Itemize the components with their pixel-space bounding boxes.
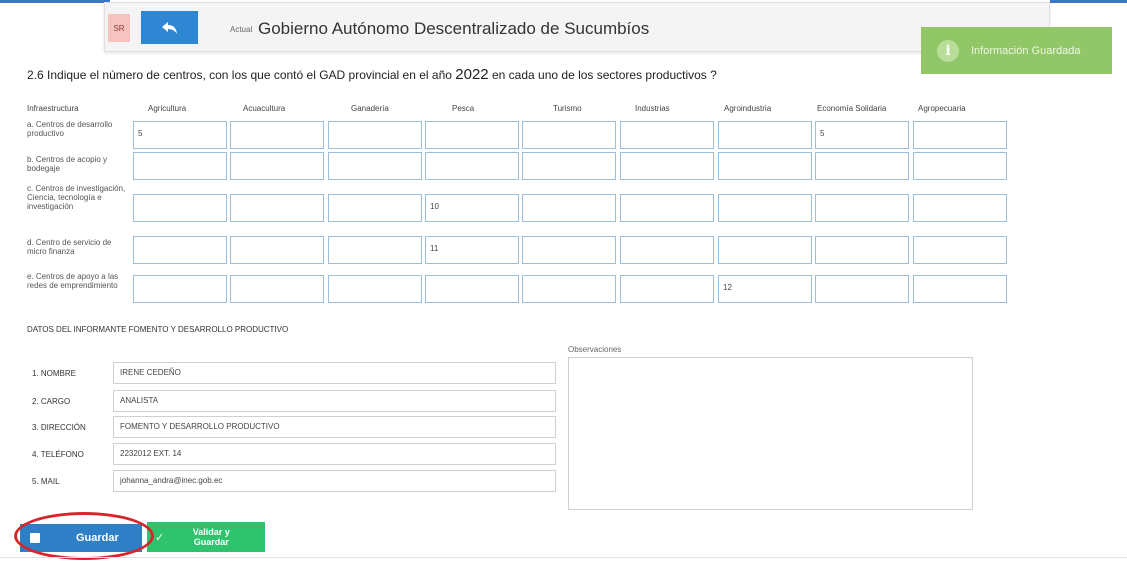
field-label: 3. DIRECCIÓN (32, 423, 86, 432)
table-cell-input[interactable] (230, 194, 324, 222)
table-cell-input[interactable]: 10 (425, 194, 519, 222)
table-cell-input[interactable] (815, 194, 909, 222)
column-header: Agropecuaria (918, 104, 966, 113)
table-cell-input[interactable] (913, 121, 1007, 149)
table-cell-input[interactable] (230, 121, 324, 149)
table-cell-input[interactable] (522, 275, 616, 303)
table-cell-input[interactable] (913, 152, 1007, 180)
informante-section-title: DATOS DEL INFORMANTE FOMENTO Y DESARROLL… (27, 325, 289, 334)
observaciones-textarea[interactable] (568, 357, 973, 510)
info-icon: i (937, 39, 959, 62)
table-cell-input[interactable] (718, 121, 812, 149)
table-cell-input[interactable] (230, 275, 324, 303)
table-cell-input[interactable]: 5 (815, 121, 909, 149)
table-cell-input[interactable] (620, 236, 714, 264)
table-cell-input[interactable] (913, 275, 1007, 303)
table-cell-input[interactable] (815, 275, 909, 303)
table-cell-input[interactable] (133, 194, 227, 222)
column-header: Economía Solidaria (817, 104, 887, 113)
table-cell-input[interactable] (620, 152, 714, 180)
nombre-field[interactable]: IRENE CEDEÑO (113, 362, 556, 384)
toast-text: Información Guardada (971, 44, 1081, 57)
table-cell-input[interactable] (133, 152, 227, 180)
table-cell-input[interactable] (522, 152, 616, 180)
table-cell-input[interactable] (718, 236, 812, 264)
table-cell-input[interactable] (328, 236, 422, 264)
cargo-field[interactable]: ANALISTA (113, 390, 556, 412)
validar-guardar-button[interactable]: ✓ Validar y Guardar (147, 522, 265, 552)
table-cell-input[interactable]: 11 (425, 236, 519, 264)
table-cell-input[interactable] (522, 194, 616, 222)
back-arrow-icon (161, 21, 177, 34)
column-header: Agricultura (148, 104, 187, 113)
table-cell-input[interactable] (133, 236, 227, 264)
back-button[interactable] (141, 11, 198, 44)
telefono-field[interactable]: 2232012 EXT. 14 (113, 443, 556, 465)
table-cell-input[interactable] (328, 152, 422, 180)
highlight-circle (14, 512, 154, 560)
question-prefix: 2.6 Indique el número de centros, con lo… (27, 68, 452, 82)
mail-field[interactable]: johanna_andra@inec.gob.ec (113, 470, 556, 492)
bottom-divider (0, 557, 1127, 558)
question-suffix: en cada uno de los sectores productivos … (492, 68, 717, 82)
table-cell-input[interactable] (620, 275, 714, 303)
table-cell-input[interactable] (815, 152, 909, 180)
field-label: 2. CARGO (32, 397, 71, 406)
table-cell-input[interactable] (815, 236, 909, 264)
column-header: Turismo (553, 104, 582, 113)
row-label: d. Centro de servicio de micro finanza (27, 238, 112, 256)
table-cell-input[interactable] (133, 275, 227, 303)
entity-title: Gobierno Autónomo Descentralizado de Suc… (258, 19, 650, 38)
row-header-label: Infraestructura (27, 104, 79, 113)
column-header: Pesca (452, 104, 475, 113)
table-cell-input[interactable] (328, 275, 422, 303)
table-cell-input[interactable] (328, 121, 422, 149)
field-label: 5. MAIL (32, 477, 60, 486)
question-year: 2022 (455, 66, 489, 83)
actual-label: Actual (230, 25, 253, 34)
row-label: a. Centros de desarrollo productivo (27, 120, 113, 138)
table-cell-input[interactable] (522, 236, 616, 264)
table-cell-input[interactable] (522, 121, 616, 149)
table-cell-input[interactable] (913, 236, 1007, 264)
observaciones-label: Observaciones (568, 345, 622, 354)
check-icon: ✓ (155, 531, 165, 544)
field-label: 4. TELÉFONO (32, 450, 84, 459)
table-cell-input[interactable] (230, 236, 324, 264)
column-header: Ganadería (351, 104, 389, 113)
row-label: c. Centros de investigación, Ciencia, te… (27, 184, 126, 211)
table-cell-input[interactable]: 12 (718, 275, 812, 303)
table-cell-input[interactable] (620, 121, 714, 149)
question-text: 2.6 Indique el número de centros, con lo… (27, 66, 717, 83)
table-cell-input[interactable] (425, 121, 519, 149)
toast-notification: i Información Guardada (921, 27, 1112, 74)
row-label: e. Centros de apoyo a las redes de empre… (27, 272, 119, 290)
table-cell-input[interactable] (328, 194, 422, 222)
table-cell-input[interactable] (718, 152, 812, 180)
table-cell-input[interactable] (913, 194, 1007, 222)
table-cell-input[interactable] (425, 152, 519, 180)
row-label: b. Centros de acopio y bodegaje (27, 155, 108, 173)
language-button[interactable]: SR (108, 14, 130, 42)
column-header: Industrias (635, 104, 670, 113)
direccion-field[interactable]: FOMENTO Y DESARROLLO PRODUCTIVO (113, 416, 556, 438)
field-label: 1. NOMBRE (32, 369, 77, 378)
column-header: Agroindustria (724, 104, 772, 113)
validar-label: Validar y Guardar (192, 527, 230, 547)
table-cell-input[interactable] (425, 275, 519, 303)
table-cell-input[interactable] (620, 194, 714, 222)
table-cell-input[interactable] (230, 152, 324, 180)
table-cell-input[interactable] (718, 194, 812, 222)
table-cell-input[interactable]: 5 (133, 121, 227, 149)
column-header: Acuacultura (243, 104, 286, 113)
